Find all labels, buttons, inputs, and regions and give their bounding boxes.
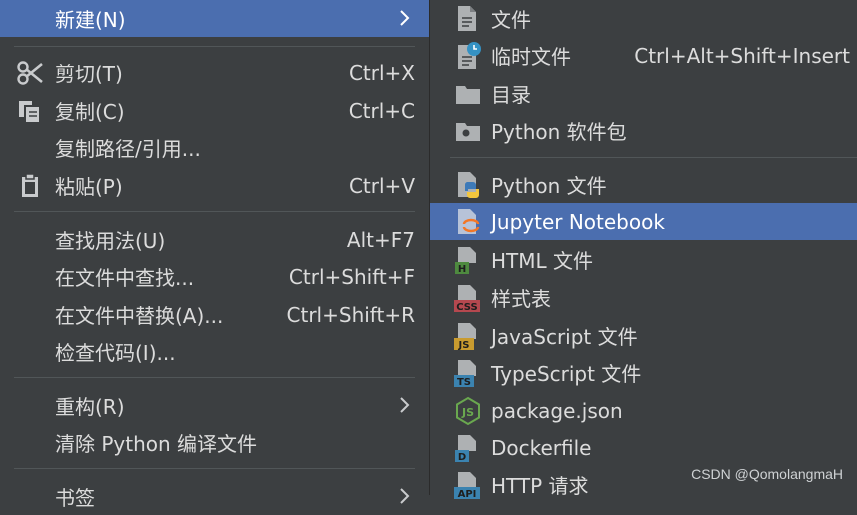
- menu-item-refactor[interactable]: 重构(R): [0, 387, 429, 424]
- js-badge-text: JS: [458, 340, 470, 351]
- submenu-item-label: Python 软件包: [491, 116, 627, 145]
- menu-separator: [450, 157, 857, 158]
- submenu-item-stylesheet[interactable]: CSS 样式表: [430, 279, 857, 316]
- menu-item-label: 检查代码(I)...: [55, 337, 176, 366]
- menu-item-label: 剪切(T): [55, 58, 123, 87]
- chevron-right-icon: [397, 395, 413, 415]
- submenu-item-label: Jupyter Notebook: [491, 210, 665, 234]
- dockerfile-icon: D: [454, 433, 482, 463]
- svg-text:JS: JS: [461, 406, 474, 419]
- menu-separator: [14, 377, 415, 378]
- submenu-item-dockerfile[interactable]: D Dockerfile: [430, 429, 857, 466]
- menu-item-label: 复制路径/引用...: [55, 133, 201, 162]
- menu-item-find-usages[interactable]: 查找用法(U) Alt+F7: [0, 221, 429, 258]
- menu-item-shortcut: Ctrl+V: [349, 174, 415, 198]
- submenu-item-html-file[interactable]: H HTML 文件: [430, 241, 857, 278]
- submenu-item-typescript-file[interactable]: TS TypeScript 文件: [430, 354, 857, 391]
- package-folder-icon: [454, 116, 482, 146]
- submenu-item-label: 样式表: [491, 283, 551, 312]
- menu-separator: [14, 468, 415, 469]
- watermark: CSDN @QomolangmaH: [691, 466, 843, 482]
- menu-item-find-in-files[interactable]: 在文件中查找... Ctrl+Shift+F: [0, 258, 429, 295]
- menu-item-label: 重构(R): [55, 391, 125, 420]
- submenu-item-shortcut: Ctrl+Alt+Shift+Insert: [634, 44, 850, 68]
- submenu-item-scratch-file[interactable]: 临时文件 Ctrl+Alt+Shift+Insert: [430, 37, 857, 74]
- menu-item-shortcut: Alt+F7: [347, 228, 415, 252]
- menu-item-copy[interactable]: 复制(C) Ctrl+C: [0, 92, 429, 129]
- menu-item-label: 在文件中替换(A)...: [55, 300, 223, 329]
- chevron-right-icon: [397, 486, 413, 506]
- menu-item-label: 书签: [55, 482, 95, 511]
- submenu-item-javascript-file[interactable]: JS JavaScript 文件: [430, 317, 857, 354]
- html-file-icon: H: [454, 245, 482, 275]
- menu-item-label: 在文件中查找...: [55, 262, 194, 291]
- menu-item-label: 查找用法(U): [55, 225, 165, 254]
- menu-item-shortcut: Ctrl+Shift+F: [289, 265, 415, 289]
- jupyter-icon: [454, 207, 482, 237]
- css-badge-text: CSS: [456, 302, 477, 313]
- menu-separator: [14, 46, 415, 47]
- js-file-icon: JS: [454, 321, 482, 351]
- folder-icon: [454, 79, 482, 109]
- submenu-item-python-package[interactable]: Python 软件包: [430, 112, 857, 149]
- submenu-item-label: JavaScript 文件: [491, 321, 638, 350]
- scratch-file-icon: [454, 41, 482, 71]
- copy-icon: [16, 98, 44, 124]
- submenu-item-label: 临时文件: [491, 41, 571, 70]
- menu-item-label: 新建(N): [55, 4, 126, 33]
- python-file-icon: [454, 170, 482, 200]
- new-submenu: 文件 临时文件 Ctrl+Alt+Shift+Insert 目录 Python …: [429, 0, 857, 495]
- submenu-item-file[interactable]: 文件: [430, 0, 857, 37]
- menu-separator: [14, 211, 415, 212]
- menu-item-cut[interactable]: 剪切(T) Ctrl+X: [0, 54, 429, 91]
- d-badge-text: D: [458, 452, 466, 463]
- submenu-item-label: TypeScript 文件: [491, 358, 641, 387]
- html-badge-text: H: [458, 264, 466, 275]
- menu-item-replace-in-files[interactable]: 在文件中替换(A)... Ctrl+Shift+R: [0, 296, 429, 333]
- clipboard-icon: [16, 173, 44, 199]
- menu-item-clean-python[interactable]: 清除 Python 编译文件: [0, 424, 429, 461]
- menu-item-paste[interactable]: 粘贴(P) Ctrl+V: [0, 167, 429, 204]
- submenu-item-label: Python 文件: [491, 170, 607, 199]
- ts-file-icon: TS: [454, 358, 482, 388]
- menu-item-shortcut: Ctrl+Shift+R: [287, 303, 415, 327]
- submenu-item-label: 文件: [491, 4, 531, 33]
- menu-item-label: 复制(C): [55, 96, 125, 125]
- submenu-item-package-json[interactable]: JS package.json: [430, 392, 857, 429]
- scissors-icon: [16, 60, 44, 86]
- submenu-item-directory[interactable]: 目录: [430, 75, 857, 112]
- ts-badge-text: TS: [457, 377, 471, 388]
- submenu-item-jupyter-notebook[interactable]: Jupyter Notebook: [430, 203, 857, 240]
- menu-item-bookmarks[interactable]: 书签: [0, 478, 429, 515]
- menu-item-shortcut: Ctrl+X: [349, 61, 415, 85]
- http-request-icon: API: [454, 470, 482, 500]
- chevron-right-icon: [397, 8, 413, 28]
- context-menu: 新建(N) 剪切(T) Ctrl+X 复制(C) Ctrl+C 复制路径/引用.…: [0, 0, 429, 495]
- submenu-item-label: 目录: [491, 79, 531, 108]
- menu-item-label: 粘贴(P): [55, 171, 123, 200]
- menu-item-new[interactable]: 新建(N): [0, 0, 429, 37]
- file-icon: [454, 4, 482, 34]
- submenu-item-label: package.json: [491, 399, 623, 423]
- menu-item-inspect-code[interactable]: 检查代码(I)...: [0, 333, 429, 370]
- menu-item-label: 清除 Python 编译文件: [55, 428, 257, 457]
- css-file-icon: CSS: [454, 283, 482, 313]
- submenu-item-label: HTML 文件: [491, 245, 593, 274]
- menu-item-copy-path[interactable]: 复制路径/引用...: [0, 129, 429, 166]
- submenu-item-label: Dockerfile: [491, 436, 592, 460]
- menu-item-shortcut: Ctrl+C: [349, 99, 415, 123]
- submenu-item-python-file[interactable]: Python 文件: [430, 166, 857, 203]
- nodejs-icon: JS: [454, 396, 482, 426]
